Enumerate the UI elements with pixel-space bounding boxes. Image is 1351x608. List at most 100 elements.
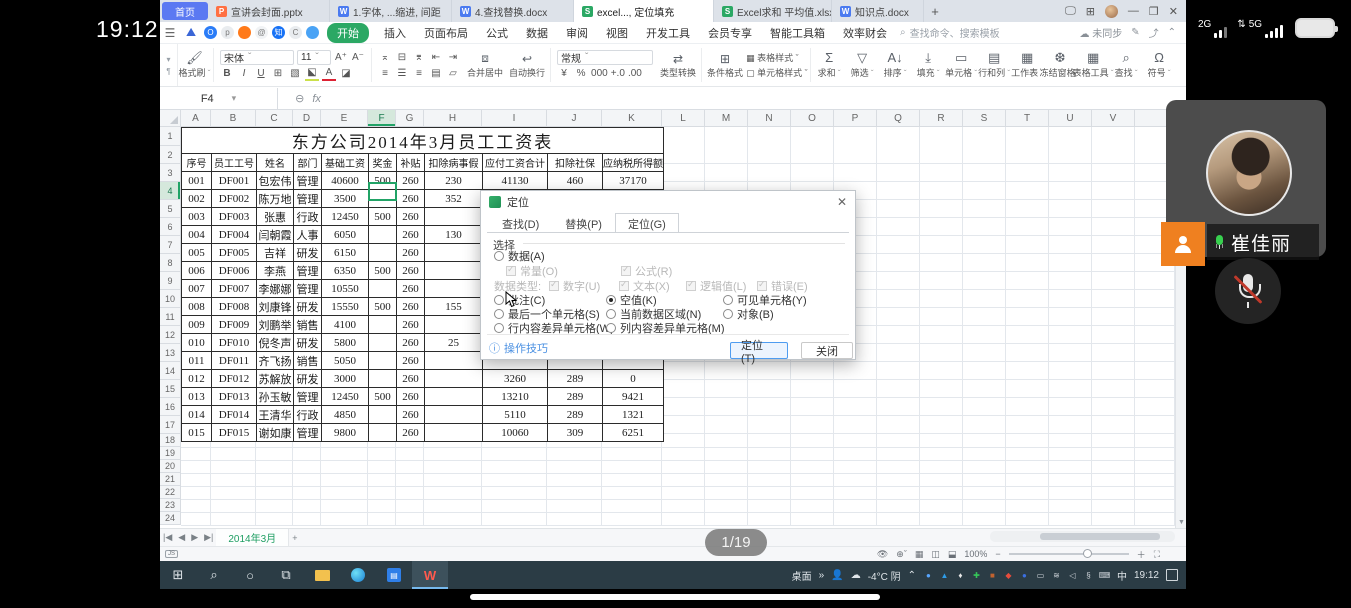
cell[interactable]: DF012: [212, 370, 257, 388]
menu-tab-公式[interactable]: 公式: [477, 25, 517, 41]
row-header-18[interactable]: 18: [160, 434, 181, 447]
cell[interactable]: 260: [397, 280, 425, 298]
tab-home[interactable]: 首页: [162, 2, 208, 20]
cell[interactable]: 260: [397, 226, 425, 244]
find-button[interactable]: ⌕查找: [1110, 44, 1143, 86]
row-header-8[interactable]: 8: [160, 254, 181, 272]
formula-input[interactable]: [338, 88, 1186, 109]
menu-tab-插入[interactable]: 插入: [375, 25, 415, 41]
orientation-icon[interactable]: ▱: [446, 66, 460, 80]
check-option[interactable]: 公式(R): [621, 263, 672, 279]
column-header-Q[interactable]: Q: [877, 110, 920, 127]
cell[interactable]: 9421: [603, 388, 664, 406]
column-header-M[interactable]: M: [705, 110, 748, 127]
rows-cols-button[interactable]: ▤行和列: [978, 44, 1011, 86]
cell[interactable]: 谢如康: [257, 424, 294, 442]
cell[interactable]: [425, 244, 483, 262]
name-box[interactable]: F4 ▾: [160, 88, 278, 109]
column-header-T[interactable]: T: [1006, 110, 1049, 127]
tips-link[interactable]: ⓘ 操作技巧: [489, 340, 548, 356]
cell[interactable]: 40600: [322, 172, 369, 190]
zoom-slider[interactable]: [1009, 553, 1129, 555]
shrink-font-icon[interactable]: A⁻: [351, 50, 365, 64]
cell[interactable]: [369, 280, 397, 298]
cell[interactable]: 张惠: [257, 208, 294, 226]
taskbar-clock[interactable]: 19:12: [1134, 570, 1159, 581]
draw-border-icon[interactable]: ▧: [288, 67, 302, 81]
cell[interactable]: 10060: [483, 424, 548, 442]
cell[interactable]: 014: [182, 406, 212, 424]
cell[interactable]: 001: [182, 172, 212, 190]
cell[interactable]: 011: [182, 352, 212, 370]
js-macro-icon[interactable]: JS: [165, 550, 178, 558]
prev-sheet-icon[interactable]: ◀: [175, 532, 188, 543]
conditional-format-button[interactable]: ⊞ 条件格式: [704, 44, 746, 86]
sheet-tab-2014-3[interactable]: 2014年3月: [216, 529, 289, 546]
cell-style-button[interactable]: ▢ 单元格样式 ˇ: [746, 66, 808, 79]
mute-button[interactable]: [1215, 258, 1281, 324]
cell[interactable]: 行政: [294, 406, 322, 424]
cell[interactable]: 12450: [322, 388, 369, 406]
cell[interactable]: 齐飞扬: [257, 352, 294, 370]
table-title[interactable]: 东方公司2014年3月员工工资表: [182, 128, 664, 154]
cell[interactable]: 研发: [294, 370, 322, 388]
eye-protect-icon[interactable]: 👁: [877, 549, 888, 560]
cell[interactable]: 500: [369, 298, 397, 316]
zoom-in-icon[interactable]: ＋: [1137, 548, 1146, 561]
zhihu-icon[interactable]: 知: [272, 26, 285, 39]
cell[interactable]: [425, 316, 483, 334]
page-break-icon[interactable]: ⬓: [948, 549, 957, 560]
cell[interactable]: 130: [425, 226, 483, 244]
cell[interactable]: 管理: [294, 190, 322, 208]
column-header-A[interactable]: A: [181, 110, 211, 127]
type-convert-button[interactable]: ⇄ 类型转换: [657, 44, 699, 86]
cell[interactable]: 500: [369, 262, 397, 280]
column-header-U[interactable]: U: [1049, 110, 1092, 127]
cell[interactable]: 289: [548, 370, 603, 388]
ime-indicator[interactable]: 中: [1117, 568, 1127, 583]
check-option[interactable]: 数字(U): [549, 278, 600, 294]
cell[interactable]: 孙玉敏: [257, 388, 294, 406]
column-header-V[interactable]: V: [1092, 110, 1135, 127]
cell[interactable]: 37170: [603, 172, 664, 190]
table-tools-button[interactable]: ▦表格工具: [1077, 44, 1110, 86]
row-header-10[interactable]: 10: [160, 290, 181, 308]
header-cell[interactable]: 部门: [294, 154, 322, 172]
cell[interactable]: 260: [397, 262, 425, 280]
cell[interactable]: 5800: [322, 334, 369, 352]
menu-tab-页面布局[interactable]: 页面布局: [415, 25, 477, 41]
goto-button[interactable]: 定位(T): [730, 342, 788, 359]
worksheet-button[interactable]: ▦工作表: [1011, 44, 1044, 86]
minimize-icon[interactable]: —: [1128, 5, 1139, 17]
cell[interactable]: DF008: [212, 298, 257, 316]
cell[interactable]: [369, 352, 397, 370]
sort-button[interactable]: A↓排序: [879, 44, 912, 86]
cell[interactable]: 3500: [322, 190, 369, 208]
cell[interactable]: 260: [397, 334, 425, 352]
clipboard-strip[interactable]: ▾¶: [160, 44, 178, 86]
cell[interactable]: 王清华: [257, 406, 294, 424]
cell[interactable]: 260: [397, 424, 425, 442]
cell[interactable]: [369, 406, 397, 424]
number-format-select[interactable]: 常规: [557, 50, 653, 65]
cell[interactable]: [369, 226, 397, 244]
currency-icon[interactable]: ¥: [557, 67, 571, 81]
row-header-14[interactable]: 14: [160, 362, 181, 380]
cell[interactable]: 008: [182, 298, 212, 316]
tray-expand-icon[interactable]: ⌃: [908, 570, 916, 581]
row-header-11[interactable]: 11: [160, 308, 181, 326]
cell[interactable]: 009: [182, 316, 212, 334]
cell[interactable]: 管理: [294, 280, 322, 298]
row-header-22[interactable]: 22: [160, 486, 181, 499]
cell[interactable]: [369, 334, 397, 352]
new-tab-button[interactable]: +: [924, 4, 946, 19]
cell[interactable]: 260: [397, 370, 425, 388]
cell[interactable]: 352: [425, 190, 483, 208]
row-header-20[interactable]: 20: [160, 460, 181, 473]
cell[interactable]: DF011: [212, 352, 257, 370]
row-header-9[interactable]: 9: [160, 272, 181, 290]
row-header-4[interactable]: 4: [160, 182, 181, 200]
cell[interactable]: 9800: [322, 424, 369, 442]
row-header-23[interactable]: 23: [160, 499, 181, 512]
row-header-19[interactable]: 19: [160, 447, 181, 460]
